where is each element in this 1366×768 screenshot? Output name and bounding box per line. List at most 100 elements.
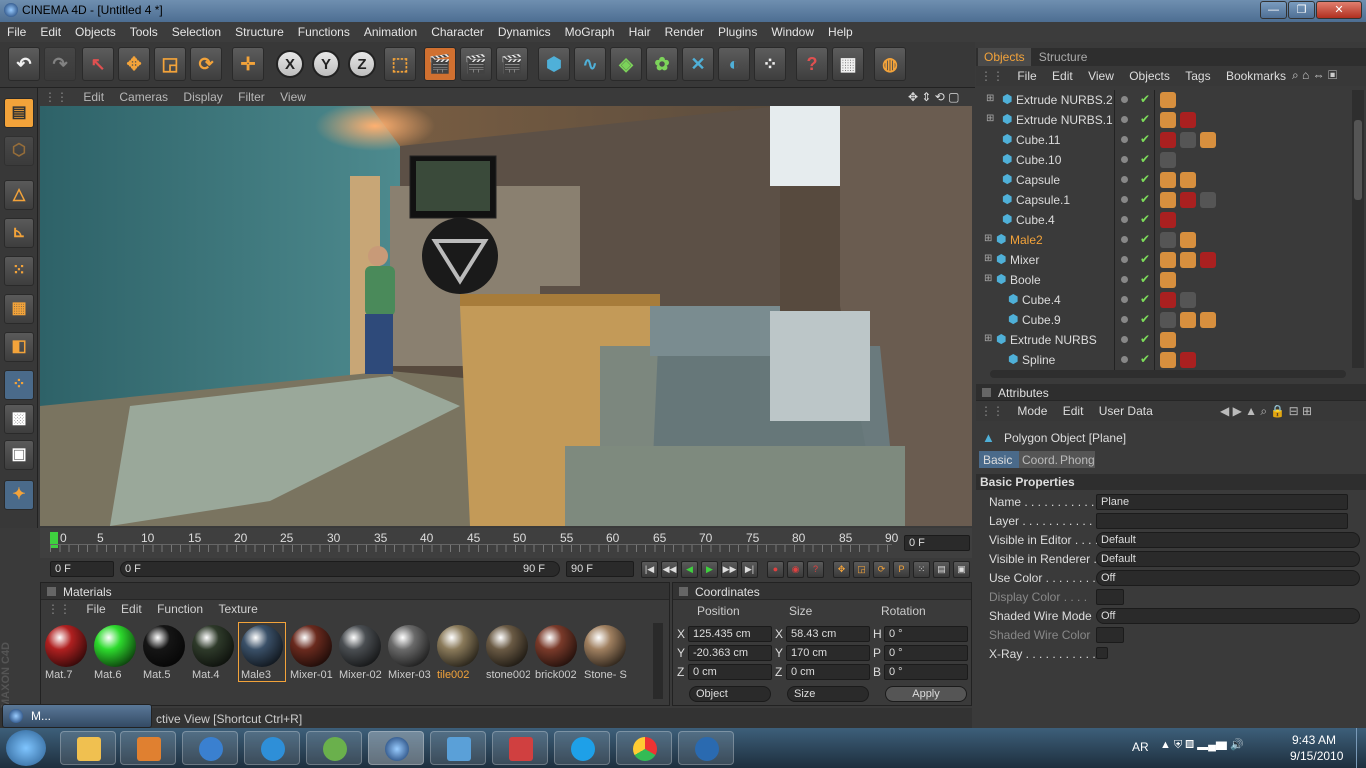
object-row[interactable]: ⊞ ⬢ Extrude NURBS.2 ✔ <box>976 90 1352 110</box>
visible-in-renderer-dropdown[interactable]: Default <box>1096 551 1360 567</box>
enabled-check-icon[interactable]: ✔ <box>1140 332 1150 346</box>
visibility-dot-icon[interactable] <box>1121 216 1128 223</box>
menu-character[interactable]: Character <box>424 22 491 39</box>
y-axis-lock-icon[interactable]: Y <box>312 50 340 78</box>
size-y-field[interactable]: 170 cm <box>786 645 870 661</box>
current-frame-field[interactable]: 0 F <box>904 535 970 551</box>
menu-plugins[interactable]: Plugins <box>711 22 764 39</box>
viewport-navigation-icons[interactable]: ✥ ⇕ ⟲ ▢ <box>902 88 966 104</box>
taskbar-skype[interactable] <box>554 731 610 765</box>
material-swatch[interactable]: brick002 <box>533 623 579 681</box>
timeline-window-icon[interactable]: ▣ <box>953 561 970 578</box>
visibility-dot-icon[interactable] <box>1121 236 1128 243</box>
use-model-mode-icon[interactable]: ▤ <box>4 98 34 128</box>
rotation-h-field[interactable]: 0 ° <box>884 626 968 642</box>
expand-toggle-icon[interactable]: ⊞ <box>984 253 992 264</box>
rotation-b-field[interactable]: 0 ° <box>884 664 968 680</box>
edges-mode-icon[interactable]: ▦ <box>4 294 34 324</box>
visibility-dot-icon[interactable] <box>1121 336 1128 343</box>
object-tag-icon[interactable] <box>1160 112 1176 128</box>
start-frame-field[interactable]: 0 F <box>50 561 114 577</box>
enabled-check-icon[interactable]: ✔ <box>1140 92 1150 106</box>
object-name[interactable]: Capsule.1 <box>1016 193 1070 207</box>
shaded-wire-color-swatch[interactable] <box>1096 627 1124 643</box>
visibility-dot-icon[interactable] <box>1121 176 1128 183</box>
size-x-field[interactable]: 58.43 cm <box>786 626 870 642</box>
taskbar-chrome[interactable] <box>616 731 672 765</box>
object-name[interactable]: Male2 <box>1010 233 1043 247</box>
taskbar-explorer[interactable] <box>60 731 116 765</box>
close-button[interactable]: ✕ <box>1316 1 1362 19</box>
deformer-icon[interactable]: ✕ <box>682 47 714 81</box>
enabled-check-icon[interactable]: ✔ <box>1140 352 1150 366</box>
materials-menu-file[interactable]: File <box>80 600 111 616</box>
taskbar-app[interactable] <box>182 731 238 765</box>
workplane-icon[interactable]: ▣ <box>4 440 34 470</box>
camera-light-icon[interactable]: ⁘ <box>754 47 786 81</box>
spline-icon[interactable]: ∿ <box>574 47 606 81</box>
next-key-icon[interactable]: ▶▶ <box>721 561 738 578</box>
enabled-check-icon[interactable]: ✔ <box>1140 132 1150 146</box>
tab-objects[interactable]: Objects <box>978 48 1031 66</box>
use-object-axis-icon[interactable]: ⊾ <box>4 218 34 248</box>
autokey-icon[interactable]: ◉ <box>787 561 804 578</box>
polygons-mode-icon[interactable]: ◧ <box>4 332 34 362</box>
coordinate-system-icon[interactable]: ✛ <box>232 47 264 81</box>
object-tag-icon[interactable] <box>1160 152 1176 168</box>
taskbar-downloader[interactable] <box>678 731 734 765</box>
viewport-menu-display[interactable]: Display <box>177 88 228 104</box>
enabled-check-icon[interactable]: ✔ <box>1140 212 1150 226</box>
layout-calendar-icon[interactable]: ▦ <box>832 47 864 81</box>
object-row[interactable]: ⊞ ⬢ Male2 ✔ <box>976 230 1352 250</box>
materials-menu-edit[interactable]: Edit <box>115 600 148 616</box>
prev-key-icon[interactable]: ◀◀ <box>661 561 678 578</box>
visibility-dot-icon[interactable] <box>1121 96 1128 103</box>
expand-toggle-icon[interactable]: ⊞ <box>984 273 992 284</box>
visibility-dot-icon[interactable] <box>1121 296 1128 303</box>
visibility-dot-icon[interactable] <box>1121 196 1128 203</box>
menu-window[interactable]: Window <box>764 22 821 39</box>
enabled-check-icon[interactable]: ✔ <box>1140 152 1150 166</box>
object-name[interactable]: Cube.11 <box>1016 133 1060 147</box>
object-name[interactable]: Cube.9 <box>1022 313 1061 327</box>
apply-button[interactable]: Apply <box>885 686 967 702</box>
object-tag-icon[interactable] <box>1180 312 1196 328</box>
object-tag-icon[interactable] <box>1160 272 1176 288</box>
object-row[interactable]: ⬢ Cube.11 ✔ <box>976 130 1352 150</box>
enabled-check-icon[interactable]: ✔ <box>1140 312 1150 326</box>
object-tag-icon[interactable] <box>1160 312 1176 328</box>
menu-selection[interactable]: Selection <box>165 22 228 39</box>
material-swatch[interactable]: stone002 <box>484 623 530 681</box>
menu-edit[interactable]: Edit <box>33 22 68 39</box>
record-scale-icon[interactable]: ◲ <box>853 561 870 578</box>
visibility-dot-icon[interactable] <box>1121 156 1128 163</box>
material-swatch[interactable]: Stone- S <box>582 623 628 681</box>
objects-menu-bookmarks[interactable]: Bookmarks <box>1220 69 1292 83</box>
use-texture-axis-icon[interactable]: △ <box>4 180 34 210</box>
material-swatch[interactable]: Mat.5 <box>141 623 187 681</box>
taskbar-photo-viewer[interactable] <box>430 731 486 765</box>
viewport-menu-edit[interactable]: Edit <box>77 88 110 104</box>
menu-help[interactable]: Help <box>821 22 860 39</box>
taskbar-media-player[interactable] <box>120 731 176 765</box>
viewport-menu-filter[interactable]: Filter <box>232 88 271 104</box>
object-tag-icon[interactable] <box>1160 132 1176 148</box>
viewport-menu-view[interactable]: View <box>274 88 312 104</box>
menu-mograph[interactable]: MoGraph <box>558 22 622 39</box>
attributes-menu-user-data[interactable]: User Data <box>1093 404 1159 418</box>
object-name[interactable]: Cube.4 <box>1022 293 1061 307</box>
move-tool-icon[interactable]: ✥ <box>118 47 150 81</box>
material-swatch[interactable]: Mat.4 <box>190 623 236 681</box>
expand-toggle-icon[interactable]: ⊞ <box>984 333 992 344</box>
rotate-tool-icon[interactable]: ⟳ <box>190 47 222 81</box>
z-axis-lock-icon[interactable]: Z <box>348 50 376 78</box>
expand-toggle-icon[interactable]: ⊞ <box>984 233 992 244</box>
visibility-dot-icon[interactable] <box>1121 116 1128 123</box>
menu-render[interactable]: Render <box>658 22 711 39</box>
object-row[interactable]: ⊞ ⬢ Extrude NURBS.1 ✔ <box>976 110 1352 130</box>
object-tag-icon[interactable] <box>1180 192 1196 208</box>
expand-toggle-icon[interactable]: ⊞ <box>986 93 994 104</box>
animation-mode-icon[interactable]: ⁘ <box>4 370 34 400</box>
object-row[interactable]: ⬢ Spline ✔ <box>976 350 1352 370</box>
object-name[interactable]: Cube.4 <box>1016 213 1055 227</box>
